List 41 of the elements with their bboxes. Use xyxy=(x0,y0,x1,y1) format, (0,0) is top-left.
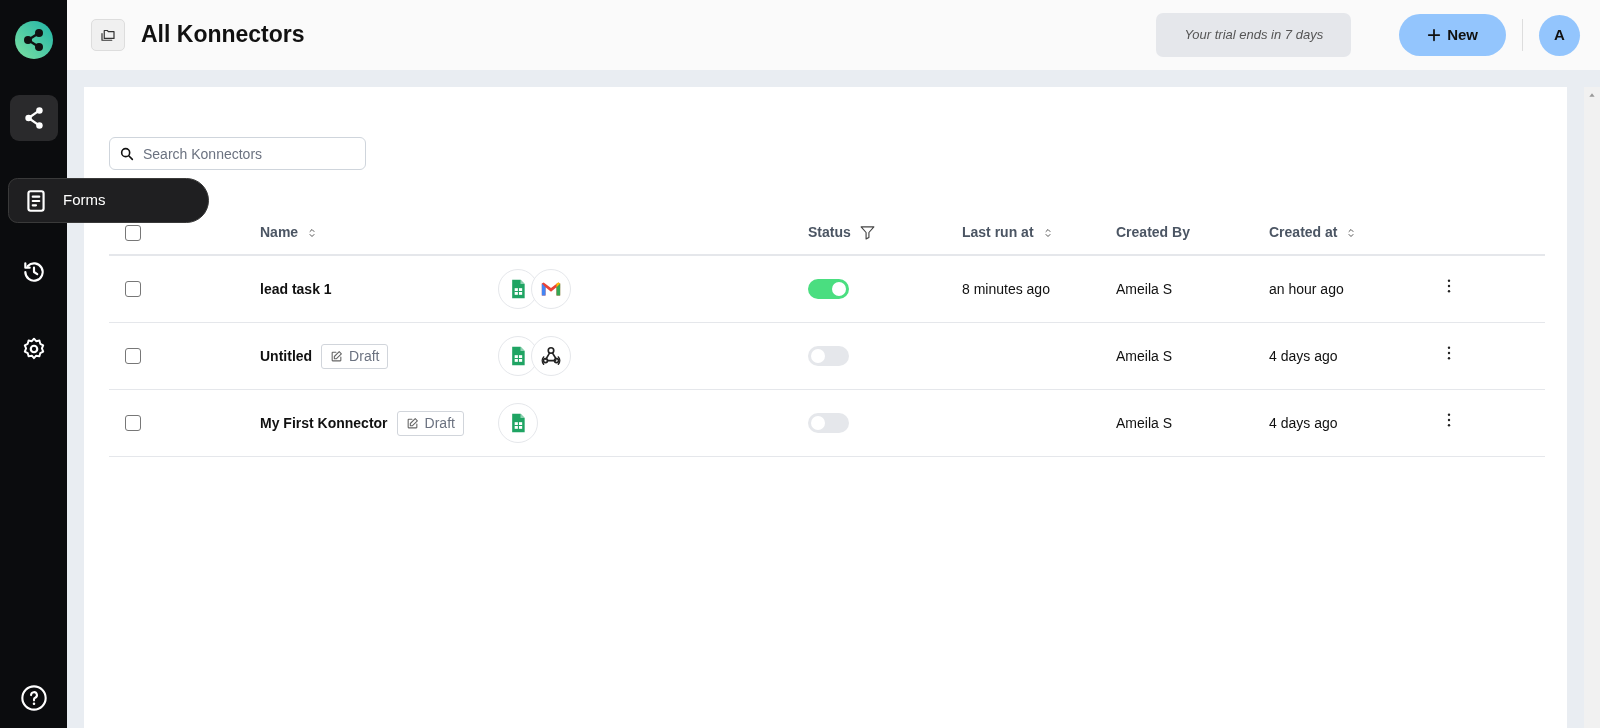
status-toggle[interactable] xyxy=(808,279,849,299)
checkbox[interactable] xyxy=(125,348,141,364)
edit-icon xyxy=(405,416,419,430)
draft-badge: Draft xyxy=(396,410,464,436)
column-header[interactable]: Created at xyxy=(1269,222,1338,243)
column-header: Created By xyxy=(1116,223,1190,242)
column-header[interactable]: Last run at xyxy=(962,222,1034,243)
trial-notice: Your trial ends in 7 days xyxy=(1156,13,1352,57)
scrollbar[interactable] xyxy=(1584,87,1600,728)
webhook-icon xyxy=(540,345,562,367)
help-icon xyxy=(19,684,48,712)
table-cell: 4 days ago xyxy=(1269,414,1338,431)
scroll-up-icon xyxy=(1588,91,1596,99)
table-cell: Ameila S xyxy=(1116,347,1173,364)
status-toggle[interactable] xyxy=(808,413,849,433)
avatar[interactable]: A xyxy=(1539,14,1580,56)
checkbox[interactable] xyxy=(125,281,141,297)
checkbox[interactable] xyxy=(125,224,141,241)
folder-button[interactable] xyxy=(91,19,125,51)
status-toggle[interactable] xyxy=(808,346,849,366)
table-cell: an hour ago xyxy=(1269,280,1344,297)
table-cell: 8 minutes ago xyxy=(962,280,1050,297)
column-header[interactable]: Name xyxy=(260,222,299,243)
draft-badge: Draft xyxy=(321,343,389,369)
search-field[interactable]: Search Konnectors xyxy=(109,137,366,170)
forms-tooltip[interactable]: Forms xyxy=(8,178,209,223)
page-title: All Konnectors xyxy=(141,21,305,49)
table-cell: Ameila S xyxy=(1116,414,1173,431)
edit-icon xyxy=(330,349,344,363)
plus-icon xyxy=(1427,28,1442,42)
column-header[interactable]: Status xyxy=(808,222,851,243)
logo-icon xyxy=(14,21,53,59)
checkbox[interactable] xyxy=(125,415,141,431)
filter-icon xyxy=(858,224,876,241)
konnector-name[interactable]: My First Konnector xyxy=(260,412,388,434)
nav-button[interactable] xyxy=(9,95,58,141)
konnector-name[interactable]: Untitled xyxy=(260,345,313,367)
new-button[interactable]: New xyxy=(1399,13,1506,57)
table-cell: 4 days ago xyxy=(1269,347,1338,364)
konnector-name[interactable]: lead task 1 xyxy=(260,278,332,300)
table-cell: Ameila S xyxy=(1116,280,1173,297)
